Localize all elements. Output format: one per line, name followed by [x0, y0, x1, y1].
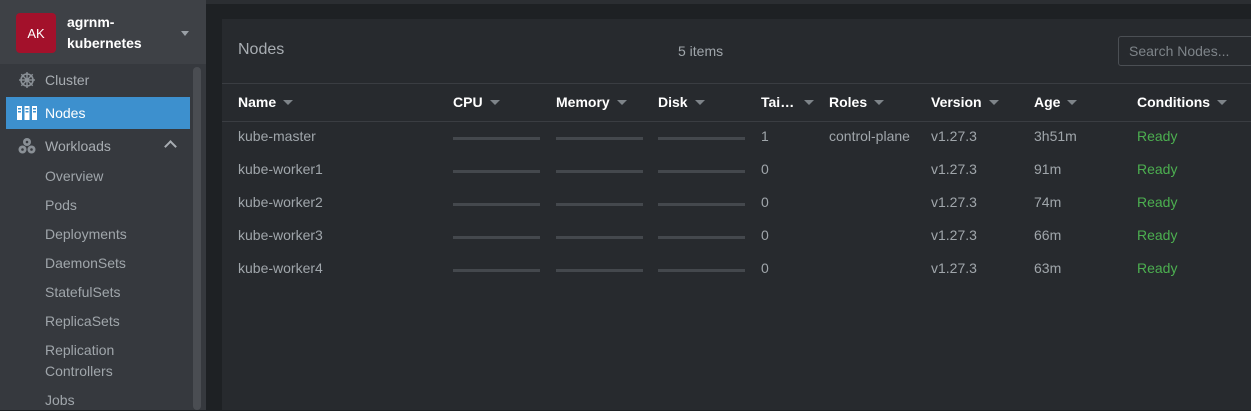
- sort-icon: [988, 99, 999, 105]
- node-conditions: Ready: [1137, 161, 1178, 177]
- node-conditions: Ready: [1137, 227, 1178, 243]
- node-taints: 1: [761, 128, 769, 144]
- sort-icon: [283, 99, 294, 105]
- sidebar-item-label: Workloads: [45, 138, 111, 154]
- node-taints: 0: [761, 260, 769, 276]
- sidebar-subitem-replication-controllers[interactable]: Replication Controllers: [45, 340, 114, 382]
- cpu-usage-bar: [453, 236, 540, 239]
- divider: [222, 121, 1251, 122]
- node-conditions: Ready: [1137, 128, 1178, 144]
- cluster-name: agrnm- kubernetes: [67, 14, 142, 51]
- sidebar-item-nodes[interactable]: Nodes: [6, 97, 190, 129]
- node-taints: 0: [761, 194, 769, 210]
- page-title: Nodes: [238, 41, 285, 58]
- sidebar-subitem-deployments[interactable]: Deployments: [45, 224, 127, 245]
- column-header-taints[interactable]: Tai…: [761, 94, 815, 110]
- memory-usage-bar: [556, 236, 643, 239]
- sort-icon: [489, 99, 500, 105]
- node-name[interactable]: kube-worker3: [238, 227, 323, 243]
- disk-usage-bar: [658, 269, 745, 272]
- sort-icon: [1067, 99, 1078, 105]
- memory-usage-bar: [556, 170, 643, 173]
- nodes-panel: Nodes 5 items Name CPU Memory Disk Tai… …: [222, 19, 1251, 410]
- node-taints: 0: [761, 161, 769, 177]
- search-input[interactable]: [1118, 36, 1251, 66]
- column-header-age[interactable]: Age: [1034, 94, 1078, 110]
- item-count: 5 items: [678, 43, 724, 59]
- cpu-usage-bar: [453, 203, 540, 206]
- workloads-icon: [17, 136, 37, 156]
- node-name[interactable]: kube-worker2: [238, 194, 323, 210]
- disk-usage-bar: [658, 170, 745, 173]
- sidebar-item-label: Cluster: [45, 72, 90, 88]
- sidebar-item-label: Nodes: [45, 105, 86, 121]
- cluster-switcher[interactable]: AK agrnm- kubernetes: [0, 0, 206, 64]
- node-version: v1.27.3: [931, 161, 977, 177]
- helm-wheel-icon: [17, 70, 37, 90]
- sidebar-subitem-daemonsets[interactable]: DaemonSets: [45, 253, 126, 274]
- cpu-usage-bar: [453, 137, 540, 140]
- sidebar-subitem-replicasets[interactable]: ReplicaSets: [45, 311, 120, 332]
- column-header-disk[interactable]: Disk: [658, 94, 705, 110]
- sidebar-subitem-overview[interactable]: Overview: [45, 166, 103, 187]
- column-header-name[interactable]: Name: [238, 94, 294, 110]
- node-version: v1.27.3: [931, 227, 977, 243]
- sidebar-subitem-statefulsets[interactable]: StatefulSets: [45, 282, 121, 303]
- disk-usage-bar: [658, 137, 745, 140]
- sort-icon: [874, 99, 885, 105]
- column-header-memory[interactable]: Memory: [556, 94, 627, 110]
- node-age: 74m: [1034, 194, 1062, 210]
- node-version: v1.27.3: [931, 128, 977, 144]
- sort-icon: [804, 99, 815, 105]
- cpu-usage-bar: [453, 170, 540, 173]
- memory-usage-bar: [556, 269, 643, 272]
- sidebar: AK agrnm- kubernetes Cluster Nodes Workl…: [0, 0, 206, 410]
- cpu-usage-bar: [453, 269, 540, 272]
- sort-icon: [616, 99, 627, 105]
- node-age: 3h51m: [1034, 128, 1077, 144]
- column-header-conditions[interactable]: Conditions: [1137, 94, 1228, 110]
- sidebar-subitem-pods[interactable]: Pods: [45, 195, 77, 216]
- sort-icon: [694, 99, 705, 105]
- node-name[interactable]: kube-master: [238, 128, 316, 144]
- sidebar-scrollbar[interactable]: [193, 67, 201, 410]
- node-roles: control-plane: [829, 128, 910, 144]
- disk-usage-bar: [658, 236, 745, 239]
- column-header-roles[interactable]: Roles: [829, 94, 885, 110]
- memory-usage-bar: [556, 203, 643, 206]
- avatar: AK: [16, 13, 56, 53]
- sidebar-item-cluster[interactable]: Cluster: [6, 64, 190, 96]
- divider: [222, 83, 1251, 84]
- node-age: 63m: [1034, 260, 1062, 276]
- sidebar-item-workloads[interactable]: Workloads: [6, 130, 190, 162]
- node-age: 66m: [1034, 227, 1062, 243]
- nodes-icon: [17, 103, 37, 123]
- node-name[interactable]: kube-worker1: [238, 161, 323, 177]
- sidebar-subitem-jobs[interactable]: Jobs: [45, 390, 75, 411]
- top-divider: [206, 0, 1251, 4]
- chevron-down-icon[interactable]: [181, 31, 189, 36]
- sort-icon: [1217, 99, 1228, 105]
- disk-usage-bar: [658, 203, 745, 206]
- node-version: v1.27.3: [931, 260, 977, 276]
- memory-usage-bar: [556, 137, 643, 140]
- node-version: v1.27.3: [931, 194, 977, 210]
- column-header-version[interactable]: Version: [931, 94, 999, 110]
- node-conditions: Ready: [1137, 194, 1178, 210]
- node-conditions: Ready: [1137, 260, 1178, 276]
- node-taints: 0: [761, 227, 769, 243]
- node-name[interactable]: kube-worker4: [238, 260, 323, 276]
- node-age: 91m: [1034, 161, 1062, 177]
- column-header-cpu[interactable]: CPU: [453, 94, 500, 110]
